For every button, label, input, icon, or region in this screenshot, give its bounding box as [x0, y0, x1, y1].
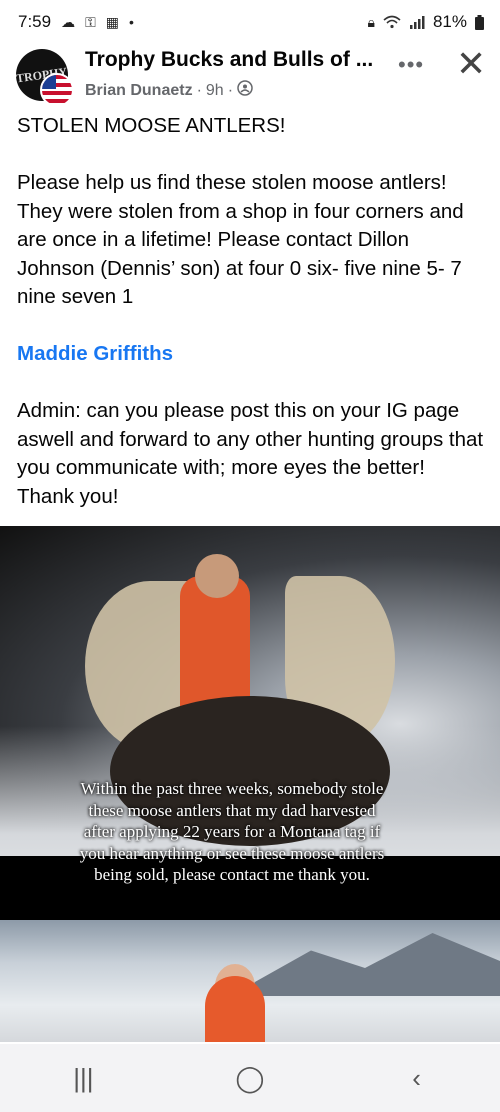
mention-link[interactable]: Maddie Griffiths	[17, 340, 487, 369]
battery-icon	[475, 14, 484, 30]
author-name[interactable]: Brian Dunaetz	[85, 82, 193, 100]
post-body: STOLEN MOOSE ANTLERS! Please help us fin…	[17, 112, 487, 511]
signal-icon	[409, 15, 425, 29]
post-time[interactable]: 9h	[206, 82, 224, 100]
key-icon: ⚿	[85, 13, 96, 30]
calendar-icon: ▦	[105, 13, 119, 30]
separator: ·	[196, 81, 202, 99]
post-title: STOLEN MOOSE ANTLERS!	[17, 114, 286, 137]
back-button[interactable]: ‹	[377, 1063, 457, 1094]
more-options-button[interactable]: •••	[398, 52, 424, 78]
battery-percent: 81%	[432, 12, 467, 31]
cloud-icon: ☁	[61, 13, 76, 30]
status-time: 7:59	[18, 12, 52, 31]
photo-caption: Within the past three weeks, somebody st…	[79, 779, 385, 884]
close-button[interactable]: ✕	[456, 46, 486, 82]
lock-icon: 🔒︎	[367, 13, 375, 30]
recents-button[interactable]: |||	[43, 1063, 123, 1094]
audience-group-icon	[237, 80, 253, 101]
profile-flag-avatar	[40, 73, 74, 107]
post-header: TROPHY Trophy Bucks and Bulls of ... Bri…	[0, 44, 500, 107]
status-bar: 7:59 ☁ ⚿ ▦ • 🔒︎ 81%	[0, 0, 500, 44]
separator: ·	[227, 81, 234, 99]
post-paragraph-admin: Admin: can you please post this on your …	[17, 399, 484, 508]
system-nav-bar: ||| ◯ ‹	[0, 1044, 500, 1112]
young-hunter-figure	[205, 976, 265, 1042]
author-line: Brian Dunaetz · 9h ·	[85, 80, 253, 101]
post-paragraph: Please help us find these stolen moose a…	[17, 171, 464, 308]
home-button[interactable]: ◯	[210, 1063, 290, 1094]
wifi-icon	[383, 15, 401, 29]
dot-icon: •	[128, 14, 134, 30]
page-name[interactable]: Trophy Bucks and Bulls of ...	[85, 48, 373, 72]
page-avatar[interactable]: TROPHY	[16, 49, 76, 107]
post-photo[interactable]: Within the past three weeks, somebody st…	[0, 526, 500, 1042]
